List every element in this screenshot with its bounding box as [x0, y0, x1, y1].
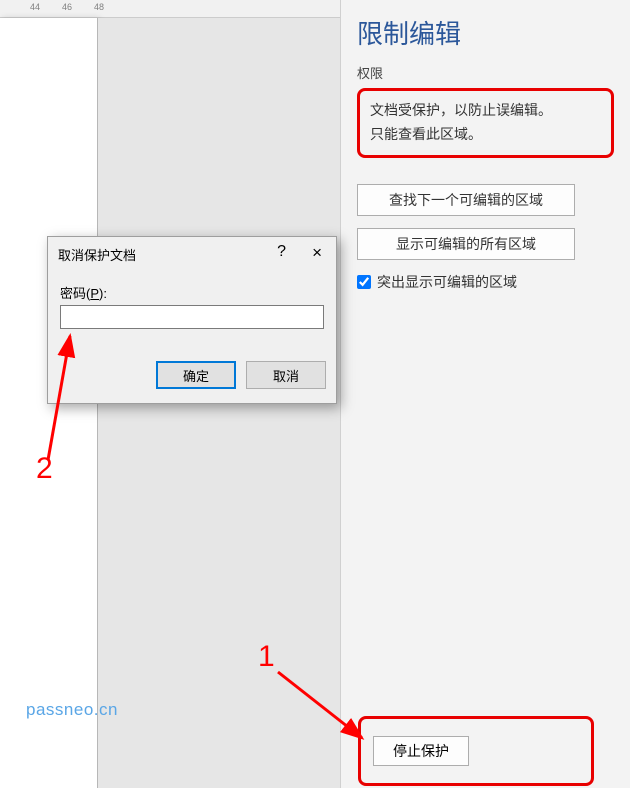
- restrict-editing-panel: 限制编辑 权限 文档受保护，以防止误编辑。 只能查看此区域。 查找下一个可编辑的…: [340, 0, 630, 788]
- unprotect-document-dialog: 取消保护文档 ? × 密码(P): 确定 取消: [47, 236, 337, 404]
- protection-info-line1: 文档受保护，以防止误编辑。: [370, 99, 601, 123]
- cancel-button[interactable]: 取消: [246, 361, 326, 389]
- protection-info-box: 文档受保护，以防止误编辑。 只能查看此区域。: [357, 88, 614, 158]
- password-label: 密码(P):: [60, 283, 107, 302]
- highlight-editable-row[interactable]: 突出显示可编辑的区域: [357, 272, 614, 292]
- ruler: 44 46 48: [0, 0, 340, 18]
- dialog-title: 取消保护文档: [58, 245, 136, 264]
- highlight-editable-label: 突出显示可编辑的区域: [377, 272, 517, 292]
- show-all-editable-button[interactable]: 显示可编辑的所有区域: [357, 228, 575, 260]
- password-input[interactable]: [60, 305, 324, 329]
- protection-info-line2: 只能查看此区域。: [370, 123, 601, 147]
- ok-button[interactable]: 确定: [156, 361, 236, 389]
- find-next-editable-button[interactable]: 查找下一个可编辑的区域: [357, 184, 575, 216]
- dialog-help-button[interactable]: ?: [277, 243, 286, 261]
- highlight-editable-checkbox[interactable]: [357, 275, 371, 289]
- annotation-number-2: 2: [36, 452, 53, 486]
- panel-title: 限制编辑: [357, 14, 614, 51]
- annotation-number-1: 1: [258, 640, 275, 674]
- ruler-tick-46: 46: [62, 2, 72, 12]
- stop-protection-button[interactable]: 停止保护: [373, 736, 469, 766]
- stop-protection-highlight: 停止保护: [358, 716, 594, 786]
- permissions-label: 权限: [357, 63, 614, 82]
- watermark: passneo.cn: [26, 700, 118, 720]
- ruler-tick-44: 44: [30, 2, 40, 12]
- ruler-tick-48: 48: [94, 2, 104, 12]
- dialog-close-button[interactable]: ×: [312, 243, 322, 263]
